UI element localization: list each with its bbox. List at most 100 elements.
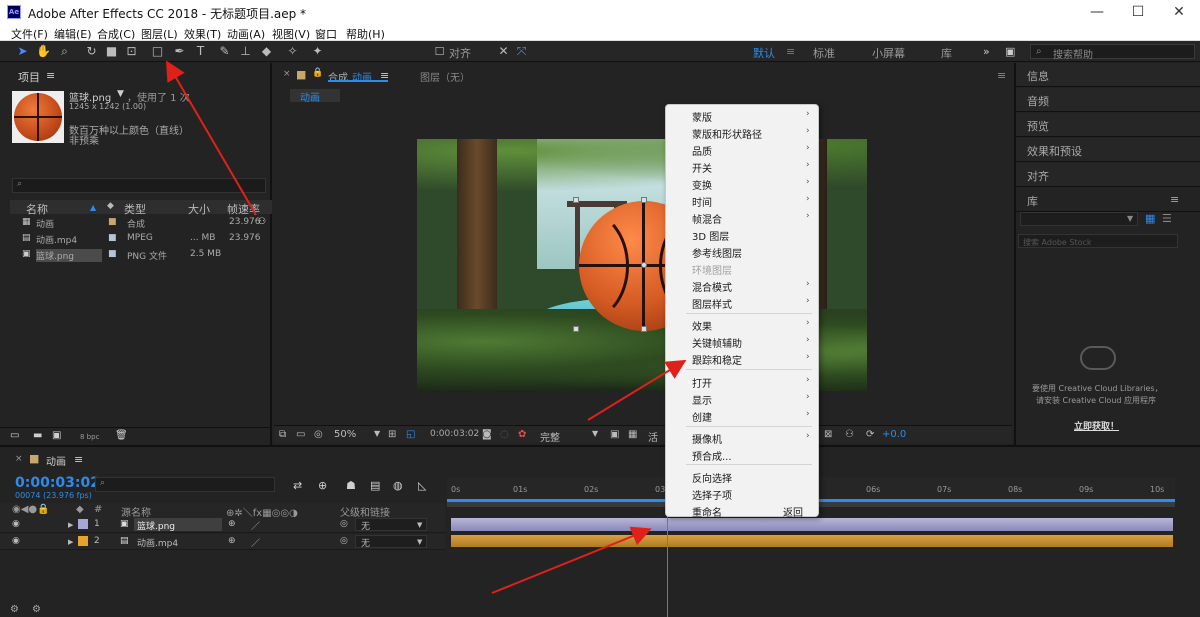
eye-icon[interactable]: ◉ — [12, 536, 20, 546]
pan-behind-tool-icon[interactable]: ⊡ — [124, 44, 139, 59]
draft-3d-icon[interactable]: ⊠ — [824, 429, 832, 440]
menu-item-masks[interactable]: 蒙版 — [692, 109, 712, 124]
new-composition-icon[interactable]: ▣ — [52, 430, 61, 441]
layer-duration-bar[interactable] — [451, 518, 1173, 531]
menu-effect[interactable]: 效果(T) — [184, 26, 221, 42]
workspace-menu-icon[interactable]: ≡ — [786, 45, 795, 58]
hand-tool-icon[interactable]: ✋ — [36, 44, 51, 59]
menu-item-blending-mode[interactable]: 混合模式 — [692, 279, 732, 294]
timeline-tab-name[interactable]: 动画 — [46, 453, 66, 468]
comp-mini-flowchart-icon[interactable]: ⇄ — [293, 479, 302, 492]
menu-item-effect[interactable]: 效果 — [692, 318, 712, 333]
col-type[interactable]: 类型 — [124, 201, 146, 217]
menu-item-mask-shape-path[interactable]: 蒙版和形状路径 — [692, 126, 762, 141]
timeline-menu-icon[interactable]: ≡ — [74, 453, 83, 466]
close-button[interactable]: ✕ — [1159, 2, 1199, 22]
mask-visibility-icon[interactable]: ◎ — [314, 429, 323, 440]
align-panel-tab[interactable]: 对齐 — [1016, 163, 1200, 187]
menu-help[interactable]: 帮助(H) — [346, 26, 385, 42]
label-column-icon[interactable]: ◆ — [107, 201, 114, 211]
align-checkbox[interactable]: ☐ — [432, 44, 447, 59]
region-of-interest-icon[interactable]: ▣ — [610, 429, 619, 440]
project-panel-title[interactable]: 项目 — [18, 69, 40, 85]
exposure-value[interactable]: +0.0 — [882, 429, 906, 440]
layer-duration-bar[interactable] — [451, 535, 1173, 547]
magnification-select[interactable]: 50% — [334, 429, 356, 440]
project-item-row[interactable]: ▦ 动画 ■ 合成 23.976 ⚇ — [10, 216, 272, 231]
adobe-stock-search-input[interactable]: 搜索 Adobe Stock — [1018, 234, 1178, 248]
menu-item-keyframe-assistant[interactable]: 关键帧辅助 — [692, 335, 742, 350]
always-preview-icon[interactable]: ⧉ — [279, 429, 286, 440]
reset-exposure-icon[interactable]: ⟳ — [866, 429, 874, 440]
maximize-button[interactable]: ☐ — [1118, 2, 1158, 22]
lock-icon[interactable]: 🔒 — [312, 68, 323, 78]
chevron-down-icon[interactable]: ▼ — [592, 429, 598, 438]
minimize-button[interactable]: — — [1077, 2, 1117, 22]
puppet-tool-icon[interactable]: ✦ — [310, 44, 325, 59]
transform-handle[interactable] — [573, 326, 579, 332]
menu-animation[interactable]: 动画(A) — [227, 26, 265, 42]
snapshot-icon[interactable]: ◙ — [482, 429, 492, 440]
bit-depth-button[interactable]: 8 bpc — [80, 433, 99, 441]
menu-item-guide-layer[interactable]: 参考线图层 — [692, 245, 742, 260]
layer-tab[interactable]: 图层（无） — [420, 69, 470, 84]
effects-presets-panel-tab[interactable]: 效果和预设 — [1016, 138, 1200, 162]
graph-editor-icon[interactable]: ◺ — [418, 479, 426, 492]
menu-item-3d-layer[interactable]: 3D 图层 — [692, 228, 729, 243]
menu-item-select-children[interactable]: 选择子项 — [692, 487, 732, 502]
search-help-input[interactable]: ⌕ 搜索帮助 — [1030, 44, 1195, 61]
transform-handle[interactable] — [573, 197, 579, 203]
project-panel-menu-icon[interactable]: ≡ — [46, 69, 55, 82]
menu-item-layer-styles[interactable]: 图层样式 — [692, 296, 732, 311]
menu-view[interactable]: 视图(V) — [272, 26, 310, 42]
quality-switch-icon[interactable]: ／ — [251, 519, 260, 532]
info-panel-tab[interactable]: 信息 — [1016, 63, 1200, 87]
libraries-menu-icon[interactable]: ≡ — [1170, 193, 1179, 206]
title-action-safe-icon[interactable]: ⊞ — [388, 429, 396, 440]
motion-blur-icon[interactable]: ◍ — [393, 479, 403, 492]
list-view-icon[interactable]: ☰ — [1162, 212, 1172, 225]
clone-stamp-tool-icon[interactable]: ⊥ — [238, 44, 253, 59]
col-size[interactable]: 大小 — [188, 201, 210, 217]
menu-item-rename[interactable]: 重命名 — [692, 504, 722, 519]
close-tab-icon[interactable]: × — [15, 454, 23, 464]
menu-item-quality[interactable]: 品质 — [692, 143, 712, 158]
resolution-select[interactable]: 完整 — [540, 429, 560, 444]
transparency-grid-icon[interactable]: ◱ — [406, 429, 415, 440]
shy-switch-icon[interactable]: ⊕ — [228, 519, 236, 529]
channel-icon[interactable]: ✿ — [518, 429, 526, 440]
menu-edit[interactable]: 编辑(E) — [54, 26, 92, 42]
preview-panel-tab[interactable]: 预览 — [1016, 113, 1200, 137]
layer-label-color[interactable] — [78, 519, 88, 529]
interpret-footage-icon[interactable]: ▭ — [10, 430, 19, 441]
panel-menu-icon[interactable]: ≡ — [997, 69, 1006, 82]
menu-item-transform[interactable]: 变换 — [692, 177, 712, 192]
snap-options-icon[interactable]: ⤧ — [514, 44, 529, 59]
menu-item-frame-blending[interactable]: 帧混合 — [692, 211, 722, 226]
menu-item-invert-selection[interactable]: 反向选择 — [692, 470, 732, 485]
col-name[interactable]: 名称 — [26, 201, 48, 217]
zoom-tool-icon[interactable]: ⌕ — [57, 44, 72, 59]
audio-panel-tab[interactable]: 音频 — [1016, 88, 1200, 112]
menu-window[interactable]: 窗口 — [315, 26, 337, 42]
library-select[interactable]: ▼ — [1020, 212, 1138, 226]
menu-item-create[interactable]: 创建 — [692, 409, 712, 424]
camera-tool-icon[interactable]: ■ — [104, 44, 119, 59]
current-time-display[interactable]: 0:00:03:02 — [430, 429, 479, 439]
anchor-point-handle[interactable] — [641, 262, 647, 268]
flowchart-icon[interactable]: ⚇ — [845, 429, 854, 440]
workspace-default[interactable]: 默认 — [753, 45, 775, 61]
timeline-layer-row[interactable]: ◉ ▶ 1 ▣ 篮球.png ⊕ ／ ◎ 无 ▼ — [0, 517, 445, 533]
flowchart-icon[interactable]: ⚇ — [258, 217, 266, 227]
chevron-down-icon[interactable]: ▼ — [417, 521, 422, 529]
frame-blending-icon[interactable]: ▤ — [370, 479, 380, 492]
toggle-transparency-icon[interactable]: ▦ — [628, 429, 637, 440]
layer-name[interactable]: 动画.mp4 — [137, 536, 178, 549]
roto-brush-tool-icon[interactable]: ✧ — [285, 44, 300, 59]
expand-arrow-icon[interactable]: ▶ — [68, 538, 73, 546]
trash-icon[interactable]: 🗑 — [115, 430, 128, 441]
timeline-current-time[interactable]: 0:00:03:02 — [15, 475, 100, 491]
project-item-row[interactable]: ▤ 动画.mp4 ■ MPEG ... MB 23.976 — [10, 232, 272, 247]
chevron-down-icon[interactable]: ▼ — [374, 429, 380, 438]
toggle-modes-icon[interactable]: ⚙ — [32, 604, 41, 615]
